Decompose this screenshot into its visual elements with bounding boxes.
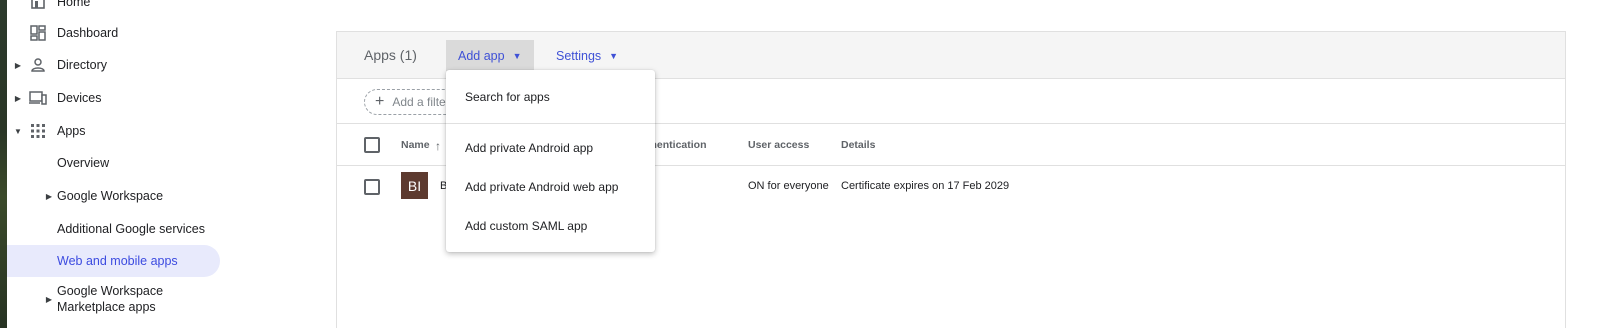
sidebar-item-label-line2: Marketplace apps bbox=[57, 300, 156, 314]
apps-grid-icon bbox=[29, 122, 47, 140]
desktop-background-strip bbox=[0, 0, 7, 328]
sidebar-item-label: Apps bbox=[57, 124, 86, 138]
sidebar-item-additional-google-services[interactable]: Additional Google services bbox=[7, 213, 220, 245]
add-app-menu: Search for apps Add private Android app … bbox=[446, 70, 655, 252]
devices-icon bbox=[29, 89, 47, 107]
sidebar-item-google-workspace[interactable]: ▶ Google Workspace bbox=[7, 180, 220, 212]
app-details: Certificate expires on 17 Feb 2029 bbox=[841, 180, 1010, 192]
caret-right-icon[interactable]: ▶ bbox=[14, 61, 22, 70]
home-icon bbox=[29, 0, 47, 11]
column-header-name[interactable]: Name bbox=[401, 139, 430, 151]
menu-item-add-private-android-app[interactable]: Add private Android app bbox=[446, 132, 655, 164]
sidebar-item-dashboard[interactable]: Dashboard bbox=[7, 17, 220, 49]
dropdown-arrow-icon: ▼ bbox=[609, 50, 619, 61]
sidebar-item-label: Web and mobile apps bbox=[57, 254, 178, 268]
sidebar-item-label: Additional Google services bbox=[57, 222, 205, 236]
settings-label: Settings bbox=[556, 48, 602, 63]
add-app-button[interactable]: Add app ▼ bbox=[446, 40, 534, 71]
page-title: Apps (1) bbox=[364, 47, 417, 63]
sidebar-item-label: Devices bbox=[57, 91, 102, 105]
sidebar-item-overview[interactable]: Overview bbox=[7, 147, 220, 179]
sidebar-item-label: Dashboard bbox=[57, 26, 119, 40]
app-user-access: ON for everyone bbox=[748, 180, 829, 192]
sidebar-item-devices[interactable]: ▶ Devices bbox=[7, 82, 220, 114]
menu-item-add-custom-saml-app[interactable]: Add custom SAML app bbox=[446, 210, 655, 242]
dashboard-icon bbox=[29, 24, 47, 42]
sort-arrow-up-icon[interactable]: ↑ bbox=[435, 139, 441, 153]
caret-down-icon[interactable]: ▼ bbox=[14, 127, 22, 136]
plus-icon: + bbox=[375, 93, 385, 110]
sidebar-item-label: Home bbox=[57, 0, 91, 9]
person-icon bbox=[29, 56, 47, 74]
column-header-user-access[interactable]: User access bbox=[748, 139, 809, 151]
column-header-details[interactable]: Details bbox=[841, 139, 875, 151]
sidebar-item-label: Overview bbox=[57, 156, 110, 170]
sidebar-item-marketplace-apps[interactable]: ▶ Google Workspace Marketplace apps bbox=[7, 279, 220, 319]
caret-right-icon[interactable]: ▶ bbox=[14, 94, 22, 103]
menu-item-search-for-apps[interactable]: Search for apps bbox=[446, 81, 655, 113]
row-checkbox[interactable] bbox=[364, 179, 380, 195]
sidebar-item-label: Google Workspace bbox=[57, 189, 164, 203]
admin-console: Home Dashboard ▶ Directory ▶ Devices ▼ A… bbox=[7, 0, 1600, 328]
settings-button[interactable]: Settings ▼ bbox=[544, 40, 630, 71]
sidebar-item-label: Google Workspace Marketplace apps bbox=[57, 283, 163, 315]
add-app-label: Add app bbox=[458, 48, 505, 63]
caret-right-icon[interactable]: ▶ bbox=[45, 295, 53, 304]
sidebar-item-apps[interactable]: ▼ Apps bbox=[7, 115, 220, 147]
sidebar-item-web-and-mobile-apps[interactable]: Web and mobile apps bbox=[7, 245, 220, 277]
menu-divider bbox=[446, 123, 655, 124]
dropdown-arrow-icon: ▼ bbox=[512, 50, 522, 61]
sidebar-item-label-line1: Google Workspace bbox=[57, 284, 164, 298]
sidebar-item-label: Directory bbox=[57, 58, 108, 72]
select-all-checkbox[interactable] bbox=[364, 137, 380, 153]
add-filter-label: Add a filter bbox=[392, 95, 450, 109]
caret-right-icon[interactable]: ▶ bbox=[45, 192, 53, 201]
sidebar-item-home[interactable]: Home bbox=[7, 0, 220, 18]
app-avatar: BI bbox=[401, 172, 428, 199]
sidebar-item-directory[interactable]: ▶ Directory bbox=[7, 49, 220, 81]
menu-item-add-private-android-web-app[interactable]: Add private Android web app bbox=[446, 171, 655, 203]
sidebar: Home Dashboard ▶ Directory ▶ Devices ▼ A… bbox=[7, 0, 235, 328]
